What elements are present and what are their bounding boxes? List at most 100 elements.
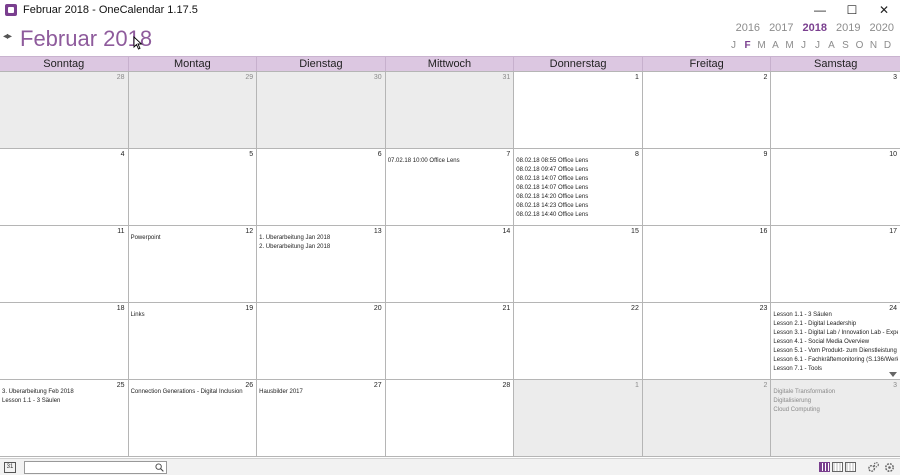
calendar-event[interactable]: Digitalisierung	[773, 397, 898, 406]
month-letter-5[interactable]: M	[785, 40, 794, 51]
year-2019[interactable]: 2019	[836, 22, 860, 34]
day-cell[interactable]: 7 07.02.18 10:00 Office Lens	[385, 149, 515, 226]
month-letter-7[interactable]: J	[813, 40, 822, 51]
day-cell[interactable]: 1	[514, 72, 643, 149]
day-number: 5	[249, 151, 254, 158]
year-2020[interactable]: 2020	[870, 22, 894, 34]
year-view-icon[interactable]	[845, 462, 856, 472]
day-cell[interactable]: 28	[0, 72, 129, 149]
day-cell[interactable]: 4	[0, 149, 129, 226]
calendar-event[interactable]: Digitale Transformation	[773, 388, 898, 397]
calendar-event[interactable]: 08.02.18 08:55 Office Lens	[516, 157, 640, 166]
calendar-event[interactable]: Connection Generations - Digital Inclusi…	[131, 388, 255, 397]
month-letter-3[interactable]: M	[757, 40, 766, 51]
calendar-event[interactable]: 07.02.18 10:00 Office Lens	[388, 157, 512, 166]
month-letter-1[interactable]: J	[729, 40, 738, 51]
calendar-event[interactable]: Cloud Computing	[773, 406, 898, 415]
week-view-icon[interactable]	[832, 462, 843, 472]
day-cell[interactable]: 26 Connection Generations - Digital Inclu…	[128, 380, 258, 457]
day-cell[interactable]: 22	[514, 303, 643, 380]
search-icon[interactable]	[155, 463, 164, 472]
day-cell[interactable]: 3 Digitale Transformation Digitalisierung C…	[771, 380, 900, 457]
calendar-event[interactable]: 1. Überarbeitung Jan 2018	[259, 234, 383, 243]
day-cell[interactable]: 5	[128, 149, 258, 226]
day-cell[interactable]: 13 1. Überarbeitung Jan 2018 2. Überarbeit…	[257, 226, 386, 303]
calendar-event[interactable]: Lesson 7.1 - Tools	[773, 365, 898, 374]
calendar-icon[interactable]: 31	[4, 462, 16, 473]
day-cell[interactable]: 24 Lesson 1.1 - 3 Säulen Lesson 2.1 - Digi…	[771, 303, 900, 380]
calendar-event[interactable]: Lesson 1.1 - 3 Säulen	[773, 311, 898, 320]
calendar-event[interactable]: 08.02.18 14:07 Office Lens	[516, 184, 640, 193]
month-letter-11[interactable]: N	[869, 40, 878, 51]
calendar-event[interactable]: Lesson 3.1 - Digital Lab / Innovation La…	[773, 329, 898, 338]
day-cell[interactable]: 2	[642, 380, 772, 457]
maximize-button[interactable]: ☐	[836, 0, 868, 20]
day-cell[interactable]: 23	[642, 303, 772, 380]
calendar-event[interactable]: 08.02.18 14:07 Office Lens	[516, 175, 640, 184]
month-letter-4[interactable]: A	[771, 40, 780, 51]
day-number: 9	[763, 151, 768, 158]
calendar-event[interactable]: Links	[131, 311, 255, 320]
calendar-event[interactable]: 08.02.18 14:20 Office Lens	[516, 193, 640, 202]
day-cell[interactable]: 12 Powerpoint	[128, 226, 258, 303]
day-number: 20	[373, 305, 382, 312]
calendar-event[interactable]: Lesson 4.1 - Social Media Overview	[773, 338, 898, 347]
day-cell[interactable]: 18	[0, 303, 129, 380]
day-cell[interactable]: 29	[128, 72, 258, 149]
day-number: 17	[889, 228, 897, 235]
day-cell[interactable]: 25 3. Überarbeitung Feb 2018 Lesson 1.1 - …	[0, 380, 129, 457]
scroll-down-icon[interactable]	[888, 372, 897, 377]
calendar-event[interactable]: 2. Überarbeitung Jan 2018	[259, 243, 383, 252]
minimize-button[interactable]: —	[804, 0, 836, 20]
weekday-header: Montag	[129, 57, 258, 71]
calendar-event[interactable]: 3. Überarbeitung Feb 2018	[2, 388, 126, 397]
calendar-event[interactable]: 08.02.18 14:40 Office Lens	[516, 211, 640, 220]
calendar-event[interactable]: Lesson 1.1 - 3 Säulen	[2, 397, 126, 406]
month-letter-12[interactable]: D	[883, 40, 892, 51]
day-cell[interactable]: 3	[771, 72, 900, 149]
day-cell[interactable]: 31	[385, 72, 515, 149]
settings-icon[interactable]	[883, 461, 896, 474]
day-cell[interactable]: 10	[771, 149, 900, 226]
year-2017[interactable]: 2017	[769, 22, 793, 34]
calendar-event[interactable]: Lesson 5.1 - Vom Produkt- zum Dienstleis…	[773, 347, 898, 356]
calendar-event[interactable]: Lesson 6.1 - Fachkräftemonitoring (S.136…	[773, 356, 898, 365]
day-cell[interactable]: 11	[0, 226, 129, 303]
month-letter-8[interactable]: A	[827, 40, 836, 51]
calendar-event[interactable]: Hausbilder 2017	[259, 388, 383, 397]
day-cell[interactable]: 9	[642, 149, 772, 226]
day-cell[interactable]: 28	[385, 380, 515, 457]
day-cell[interactable]: 1	[514, 380, 643, 457]
day-cell[interactable]: 27 Hausbilder 2017	[257, 380, 386, 457]
calendar-event[interactable]: Powerpoint	[131, 234, 255, 243]
month-letter-9[interactable]: S	[841, 40, 850, 51]
year-2018[interactable]: 2018	[803, 22, 827, 34]
day-cell[interactable]: 17	[771, 226, 900, 303]
day-cell[interactable]: 14	[385, 226, 515, 303]
day-cell[interactable]: 8 08.02.18 08:55 Office Lens 08.02.18 09:4…	[514, 149, 643, 226]
day-cell[interactable]: 19 Links	[128, 303, 258, 380]
search-input[interactable]	[24, 461, 167, 474]
calendar-event[interactable]: 08.02.18 14:23 Office Lens	[516, 202, 640, 211]
day-cell[interactable]: 16	[642, 226, 772, 303]
month-letter-2[interactable]: F	[743, 40, 752, 51]
day-number: 29	[245, 74, 254, 81]
day-cell[interactable]: 21	[385, 303, 515, 380]
day-cell[interactable]: 2	[642, 72, 772, 149]
mouse-cursor-icon	[133, 36, 143, 50]
day-cell[interactable]: 30	[257, 72, 386, 149]
day-cell[interactable]: 20	[257, 303, 386, 380]
day-cell[interactable]: 15	[514, 226, 643, 303]
day-number: 28	[116, 74, 125, 81]
month-letter-10[interactable]: O	[855, 40, 864, 51]
close-button[interactable]: ✕	[868, 0, 900, 20]
year-selector: 2016 2017 2018 2019 2020	[736, 22, 894, 34]
day-cell[interactable]: 6	[257, 149, 386, 226]
month-letter-6[interactable]: J	[799, 40, 808, 51]
gear-icon[interactable]	[867, 461, 880, 474]
year-2016[interactable]: 2016	[736, 22, 760, 34]
month-view-icon[interactable]	[819, 462, 830, 472]
month-nav-arrows[interactable]: ◂▸	[3, 31, 12, 42]
calendar-event[interactable]: 08.02.18 09:47 Office Lens	[516, 166, 640, 175]
calendar-event[interactable]: Lesson 2.1 - Digital Leadership	[773, 320, 898, 329]
